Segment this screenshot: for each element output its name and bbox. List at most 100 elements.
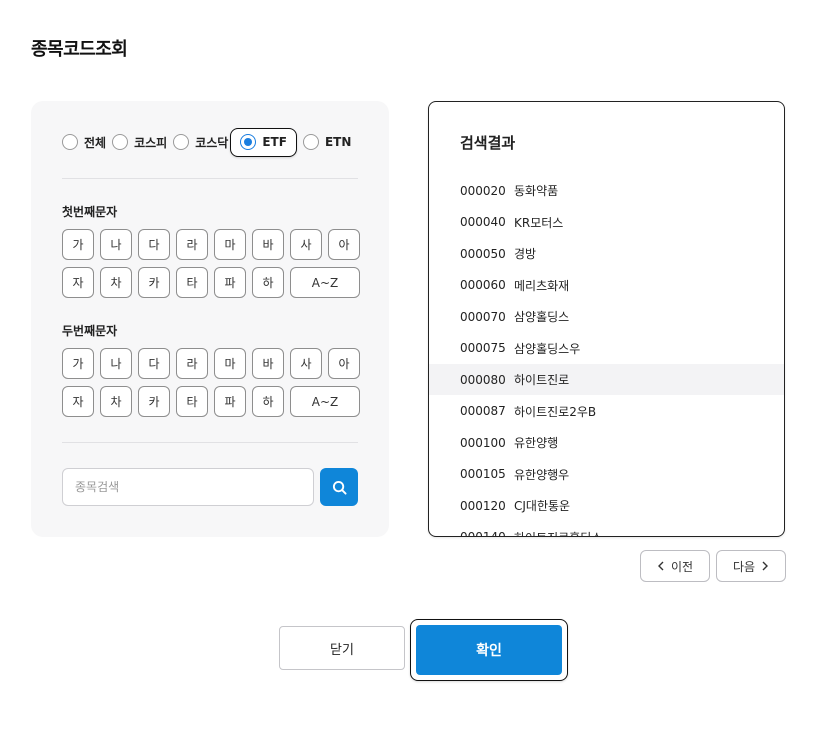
first-char-key[interactable]: 카 [138, 267, 170, 298]
result-name: 하이트진로홀딩스 [514, 529, 602, 537]
result-name: 삼양홀딩스우 [514, 341, 581, 356]
radio-indicator [173, 134, 190, 150]
filter-panel: 전체 코스피 코스닥 ETF ETN 첫번째문자 가 나 다 라 마 바 사 아 자 차 카 타 파 하 A~Z 두… [31, 101, 389, 537]
page-title: 종목코드조회 [31, 39, 128, 60]
market-radio-label: ETF [262, 135, 287, 149]
result-name: 경방 [514, 247, 537, 261]
first-char-key[interactable]: 파 [214, 267, 246, 298]
result-code: 000100 [460, 435, 506, 450]
divider [62, 178, 358, 179]
prev-page-label: 이전 [670, 559, 694, 574]
result-row[interactable]: 000040 KR모터스 [429, 207, 784, 238]
first-char-label: 첫번째문자 [62, 205, 118, 219]
result-name: 메리츠화재 [514, 278, 570, 293]
first-char-key[interactable]: 가 [62, 229, 94, 260]
search-button[interactable] [320, 468, 358, 506]
second-char-key[interactable]: 카 [138, 386, 170, 417]
radio-indicator [112, 134, 129, 150]
second-char-key[interactable]: 하 [252, 386, 284, 417]
result-name: 유한양행 [514, 436, 559, 450]
result-code: 000075 [460, 341, 506, 355]
results-panel[interactable]: 검색결과 000020 동화약품 000040 KR모터스 000050 경방 000060… [428, 101, 785, 537]
first-char-key[interactable]: 다 [138, 229, 170, 260]
result-row[interactable]: 000087 하이트진로2우B [429, 396, 784, 427]
result-code: 000050 [460, 246, 506, 261]
market-radio-1[interactable]: 전체 [62, 128, 106, 156]
second-char-key[interactable]: 가 [62, 348, 94, 379]
second-char-key[interactable]: 바 [252, 348, 284, 379]
result-code: 000020 [460, 183, 506, 198]
result-row[interactable]: 000050 경방 [429, 238, 784, 269]
first-char-key[interactable]: 차 [100, 267, 132, 298]
result-row[interactable]: 000070 삼양홀딩스 [429, 301, 784, 332]
result-row[interactable]: 000100 유한양행 [429, 427, 784, 458]
result-row[interactable]: 000120 CJ대한통운 [429, 490, 784, 521]
first-char-key[interactable]: 사 [290, 229, 322, 260]
market-radio-3[interactable]: 코스닥 [173, 128, 228, 156]
result-row[interactable]: 000020 동화약품 [429, 175, 784, 206]
market-radio-label: ETN [324, 135, 352, 149]
first-char-key[interactable]: 타 [176, 267, 208, 298]
next-page-button[interactable]: 다음 [716, 550, 786, 582]
second-char-key[interactable]: 다 [138, 348, 170, 379]
market-radio-4[interactable]: ETF [230, 127, 297, 157]
first-char-az-key[interactable]: A~Z [290, 267, 360, 298]
close-button[interactable]: 닫기 [279, 626, 405, 670]
second-char-key[interactable]: 파 [214, 386, 246, 417]
second-char-az-key[interactable]: A~Z [290, 386, 360, 417]
search-input[interactable] [62, 468, 314, 506]
second-char-key[interactable]: 차 [100, 386, 132, 417]
result-name: KR모터스 [514, 215, 564, 230]
first-char-key[interactable]: 라 [176, 229, 208, 260]
second-char-key[interactable]: 타 [176, 386, 208, 417]
result-code: 000087 [460, 404, 506, 418]
market-radio-label: 전체 [84, 135, 107, 150]
result-code: 000060 [460, 278, 506, 292]
first-char-key[interactable]: 아 [328, 229, 360, 260]
results-title: 검색결과 [460, 134, 516, 152]
first-char-key[interactable]: 자 [62, 267, 94, 298]
second-char-key[interactable]: 마 [214, 348, 246, 379]
first-char-keypad: 가 나 다 라 마 바 사 아자 차 카 타 파 하 A~Z [62, 229, 360, 299]
second-char-key[interactable]: 자 [62, 386, 94, 417]
result-code: 000080 [460, 372, 506, 387]
market-radio-label: 코스닥 [195, 135, 229, 150]
result-row[interactable]: 000080 하이트진로 [429, 364, 784, 395]
result-code: 000105 [460, 467, 506, 481]
radio-indicator [62, 134, 78, 150]
second-char-key[interactable]: 아 [328, 348, 360, 379]
radio-indicator [302, 134, 319, 150]
second-char-label: 두번째문자 [62, 324, 118, 338]
result-name: CJ대한통운 [514, 499, 571, 513]
second-char-key[interactable]: 라 [176, 348, 208, 379]
result-name: 삼양홀딩스 [514, 310, 570, 324]
result-code: 000070 [460, 309, 506, 324]
result-name: 유한양행우 [514, 467, 570, 482]
second-char-keypad: 가 나 다 라 마 바 사 아자 차 카 타 파 하 A~Z [62, 348, 360, 418]
market-radio-group: 전체 코스피 코스닥 ETF ETN [62, 127, 357, 157]
second-char-key[interactable]: 나 [100, 348, 132, 379]
first-char-key[interactable]: 하 [252, 267, 284, 298]
market-radio-5[interactable]: ETN [302, 128, 352, 156]
market-radio-2[interactable]: 코스피 [112, 128, 167, 156]
chevron-right-icon [761, 561, 769, 571]
market-radio-label: 코스피 [134, 135, 168, 150]
confirm-button[interactable]: 확인 [416, 625, 562, 675]
prev-page-button[interactable]: 이전 [640, 550, 710, 582]
first-char-key[interactable]: 바 [252, 229, 284, 260]
second-char-key[interactable]: 사 [290, 348, 322, 379]
chevron-left-icon [657, 561, 665, 571]
result-row[interactable]: 000140 하이트진로홀딩스 [429, 522, 784, 537]
result-row[interactable]: 000060 메리츠화재 [429, 270, 784, 301]
result-code: 000040 [460, 215, 506, 229]
first-char-key[interactable]: 마 [214, 229, 246, 260]
first-char-key[interactable]: 나 [100, 229, 132, 260]
divider [62, 442, 358, 443]
result-code: 000120 [460, 498, 506, 513]
result-row[interactable]: 000105 유한양행우 [429, 459, 784, 490]
next-page-label: 다음 [732, 559, 756, 574]
radio-indicator [240, 134, 257, 150]
result-name: 동화약품 [514, 184, 559, 198]
result-row[interactable]: 000075 삼양홀딩스우 [429, 333, 784, 364]
confirm-button-focus-ring: 확인 [410, 619, 568, 681]
